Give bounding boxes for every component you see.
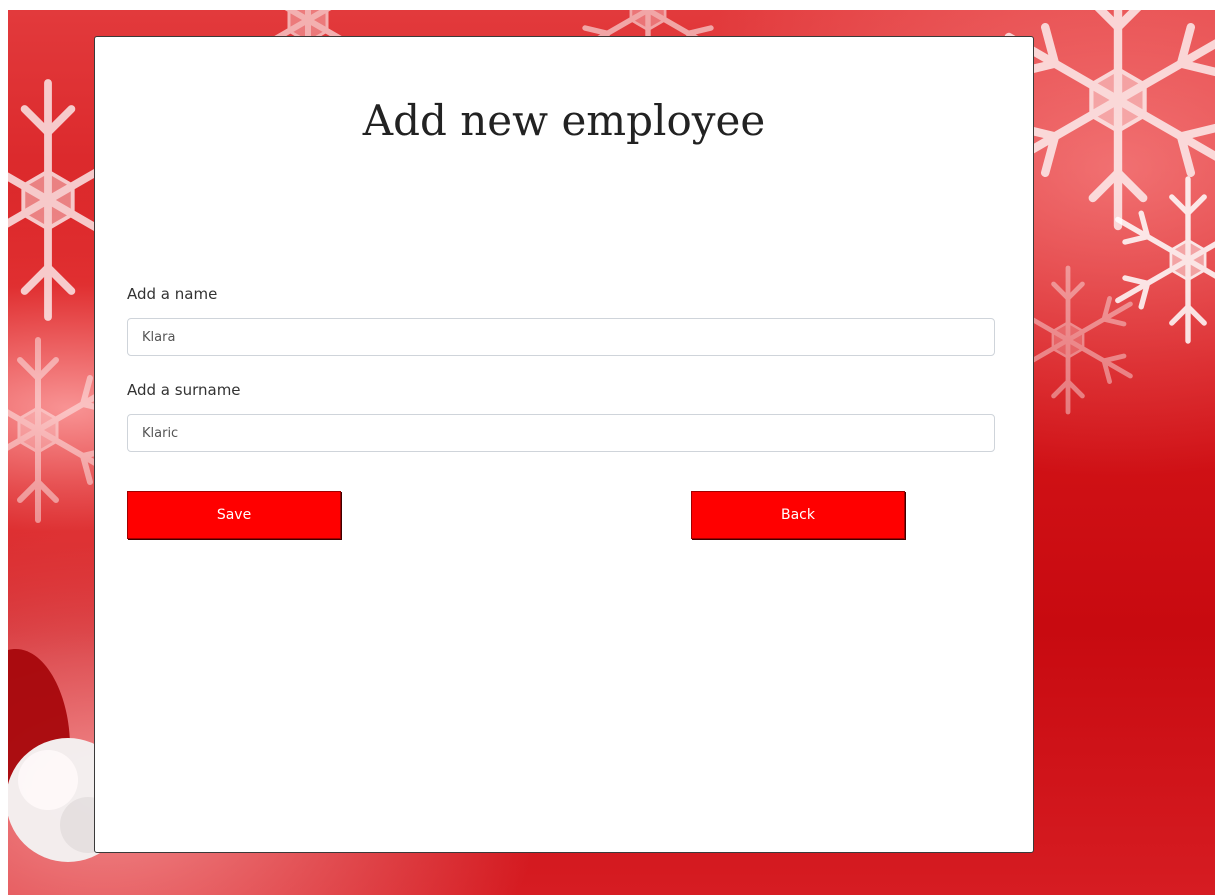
employee-form-card: Add new employee Add a name Add a surnam… — [94, 36, 1034, 853]
page-title: Add new employee — [362, 96, 766, 145]
snowflake-icon — [1009, 10, 1215, 226]
back-button[interactable]: Back — [691, 491, 905, 539]
name-label: Add a name — [127, 285, 218, 303]
save-button[interactable]: Save — [127, 491, 341, 539]
surname-input[interactable] — [127, 414, 995, 452]
name-input[interactable] — [127, 318, 995, 356]
snowflake-icon — [1118, 179, 1215, 341]
surname-label: Add a surname — [127, 381, 241, 399]
